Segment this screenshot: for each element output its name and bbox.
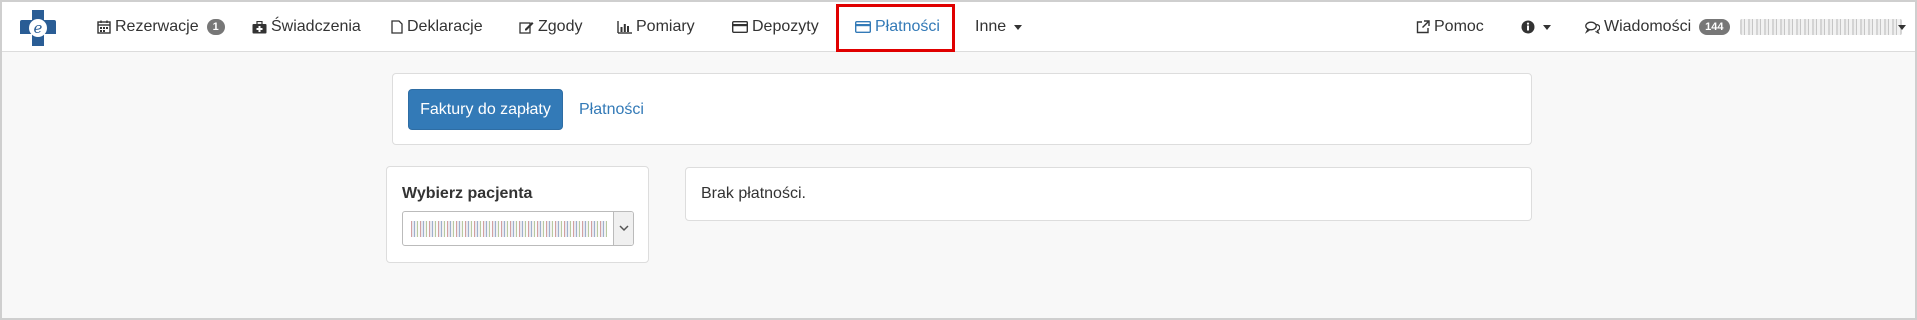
patient-select-panel: Wybierz pacjenta [386,166,649,263]
credit-card-icon [732,21,748,33]
no-payments-message: Brak płatności. [701,185,806,202]
nav-deklaracje-label: Deklaracje [407,18,483,35]
nav-platnosci-label: Płatności [875,18,940,35]
nav-rezerwacje[interactable]: Rezerwacje 1 [97,2,225,52]
faktury-do-zaplaty-button[interactable]: Faktury do zapłaty [408,89,563,130]
platnosci-tab-link[interactable]: Płatności [579,89,644,130]
app-logo[interactable]: e [18,8,58,48]
credit-card-icon [855,21,871,33]
caret-down-icon [1014,24,1023,30]
user-menu-caret-icon[interactable] [1898,25,1906,30]
logo-cross-icon: e [20,10,56,46]
nav-pomiary[interactable]: Pomiary [617,2,695,52]
edit-icon [519,22,534,34]
bar-chart-icon [617,20,632,34]
medkit-icon [252,20,267,33]
nav-swiadczenia-label: Świadczenia [271,18,361,35]
nav-wiadomosci-label: Wiadomości [1604,18,1692,35]
user-name-redacted[interactable] [1740,19,1902,35]
top-navbar: e Rezerwacje 1 Świadczenia Deklaracje Zg… [2,2,1915,52]
rezerwacje-count-badge: 1 [206,19,225,35]
nav-pomoc[interactable]: Pomoc [1416,2,1484,52]
external-link-icon [1416,20,1430,34]
page-frame: e Rezerwacje 1 Świadczenia Deklaracje Zg… [0,0,1917,320]
nav-depozyty[interactable]: Depozyty [732,2,819,52]
nav-deklaracje[interactable]: Deklaracje [391,2,483,52]
nav-zgody-label: Zgody [538,18,583,35]
comments-icon [1585,21,1600,34]
nav-pomiary-label: Pomiary [636,18,695,35]
svg-text:e: e [34,19,43,37]
patient-select-label: Wybierz pacjenta [402,185,533,202]
patient-select-value-redacted [411,221,607,237]
nav-inne-label: Inne [975,18,1007,35]
payments-tabs-panel: Faktury do zapłaty Płatności [392,73,1532,145]
chevron-down-icon [618,225,629,232]
info-circle-icon [1521,20,1535,34]
caret-down-icon [1543,24,1551,30]
nav-rezerwacje-label: Rezerwacje [115,18,199,35]
calendar-icon [97,20,111,34]
nav-swiadczenia[interactable]: Świadczenia [252,2,361,52]
nav-zgody[interactable]: Zgody [519,2,582,52]
file-icon [391,20,403,34]
nav-inne-dropdown[interactable]: Inne [975,2,1023,52]
messages-count-badge: 144 [1699,19,1730,35]
nav-info-dropdown[interactable] [1521,2,1551,52]
nav-pomoc-label: Pomoc [1434,18,1484,35]
nav-platnosci[interactable]: Płatności [855,2,940,52]
patient-select[interactable] [402,211,634,246]
nav-wiadomosci[interactable]: Wiadomości 144 [1585,2,1730,52]
select-arrow[interactable] [613,212,633,245]
payments-content-panel: Brak płatności. [685,167,1532,221]
nav-depozyty-label: Depozyty [752,18,819,35]
